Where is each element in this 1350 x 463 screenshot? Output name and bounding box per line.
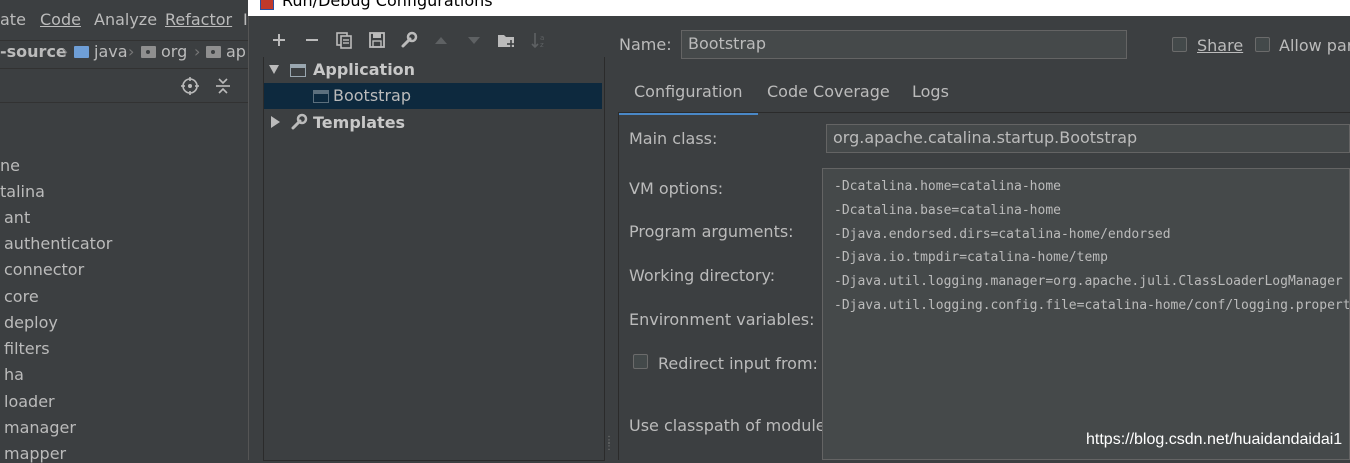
menu-refactor[interactable]: Refactor — [165, 10, 232, 29]
project-tree-item[interactable]: filters — [4, 339, 50, 358]
vm-options-textarea[interactable]: -Dcatalina.home=catalina-home -Dcatalina… — [822, 168, 1350, 460]
vm-option-line: -Dcatalina.base=catalina-home — [834, 203, 1061, 218]
splitter-handle[interactable]: ⋮ ⋮ — [604, 436, 614, 458]
environment-variables-label: Environment variables: — [629, 310, 815, 329]
share-label: Share — [1197, 36, 1244, 55]
dialog-titlebar[interactable]: Run/Debug Configurations — [248, 0, 1350, 16]
expand-arrow-icon[interactable] — [269, 57, 279, 83]
breadcrumb-source[interactable]: -source — [0, 42, 67, 61]
watermark-url: https://blog.csdn.net/huaidandaidai1 — [1086, 431, 1343, 448]
tree-node-bootstrap[interactable]: Bootstrap — [264, 83, 602, 109]
collapse-all-icon[interactable] — [214, 76, 232, 96]
vm-option-line: -Dcatalina.home=catalina-home — [834, 179, 1061, 194]
project-tree-item[interactable]: ne — [0, 156, 20, 175]
copy-icon[interactable] — [331, 24, 357, 56]
application-config-icon — [313, 83, 329, 109]
allow-parallel-checkbox[interactable] — [1255, 37, 1270, 52]
collapse-arrow-icon[interactable] — [271, 110, 280, 136]
project-tree-item[interactable]: deploy — [4, 313, 58, 332]
ide-menubar: ate Code Analyze Refactor I — [0, 0, 248, 41]
menu-analyze[interactable]: Analyze — [94, 10, 157, 29]
project-tree-item[interactable]: ha — [4, 365, 24, 384]
allow-parallel-label: Allow para — [1279, 36, 1350, 55]
move-down-icon[interactable] — [461, 24, 487, 56]
name-label: Name: — [619, 35, 672, 54]
remove-icon[interactable] — [299, 24, 325, 56]
breadcrumb-sep-icon: › — [62, 42, 69, 61]
project-tree-item[interactable]: core — [4, 287, 39, 306]
vm-option-line: -Djava.util.logging.config.file=catalina… — [834, 298, 1350, 313]
breadcrumb-sep-icon: › — [128, 42, 135, 61]
redirect-input-label: Redirect input from: — [658, 354, 818, 373]
share-checkbox[interactable] — [1172, 37, 1187, 52]
tab-logs[interactable]: Logs — [912, 78, 949, 112]
vm-option-line: -Djava.util.logging.manager=org.apache.j… — [834, 274, 1343, 289]
breadcrumb-java[interactable]: java — [74, 42, 128, 61]
save-icon[interactable] — [364, 24, 390, 56]
add-icon[interactable] — [266, 24, 292, 56]
new-folder-icon[interactable] — [494, 24, 520, 56]
project-tree-item[interactable]: talina — [0, 182, 45, 201]
breadcrumb-apache[interactable]: ap — [206, 42, 246, 61]
tree-label-bootstrap: Bootstrap — [333, 86, 411, 105]
project-toolbar — [0, 70, 248, 103]
menu-code[interactable]: Code — [40, 10, 81, 29]
redirect-input-checkbox[interactable] — [633, 354, 648, 369]
classpath-module-label: Use classpath of module: — [629, 416, 832, 435]
dialog-title: Run/Debug Configurations — [282, 0, 493, 10]
move-up-icon[interactable] — [428, 24, 454, 56]
tree-label-application: Application — [313, 60, 416, 79]
sort-icon[interactable]: az — [526, 24, 552, 56]
menu-navigate[interactable]: ate — [0, 10, 26, 29]
tree-node-templates[interactable]: Templates — [264, 110, 602, 136]
project-tree-item[interactable]: connector — [4, 260, 84, 279]
wrench-icon — [290, 110, 308, 136]
main-class-label: Main class: — [629, 129, 718, 148]
vm-options-label: VM options: — [629, 179, 724, 198]
application-icon — [290, 57, 306, 83]
package-icon — [206, 46, 221, 58]
folder-icon — [74, 46, 89, 58]
project-tree-item[interactable]: ant — [4, 208, 30, 227]
svg-text:z: z — [540, 41, 544, 49]
main-class-input[interactable]: org.apache.catalina.startup.Bootstrap — [826, 124, 1350, 153]
project-tree-item[interactable]: manager — [4, 418, 76, 437]
name-input[interactable]: Bootstrap — [681, 30, 1127, 59]
breadcrumb-sep-icon: › — [194, 42, 201, 61]
package-icon — [141, 46, 156, 58]
vm-option-line: -Djava.io.tmpdir=catalina-home/temp — [834, 250, 1108, 265]
project-tree-item[interactable]: mapper — [4, 444, 66, 463]
project-tree-item[interactable]: loader — [4, 392, 55, 411]
ide-project-pane — [0, 0, 248, 460]
tab-configuration[interactable]: Configuration — [619, 78, 758, 115]
tree-label-templates: Templates — [313, 113, 406, 132]
tree-node-application[interactable]: Application — [264, 57, 602, 83]
menu-more[interactable]: I — [243, 10, 248, 29]
config-toolbar: az — [263, 24, 603, 56]
locate-icon[interactable] — [180, 76, 200, 96]
wrench-icon[interactable] — [396, 24, 422, 56]
program-arguments-label: Program arguments: — [629, 222, 794, 241]
breadcrumb-org[interactable]: org — [141, 42, 187, 61]
vm-option-line: -Djava.endorsed.dirs=catalina-home/endor… — [834, 227, 1171, 242]
breadcrumb: -source › java › org › ap — [0, 40, 248, 69]
tab-code-coverage[interactable]: Code Coverage — [767, 78, 890, 112]
project-tree-item[interactable]: authenticator — [4, 234, 112, 253]
app-icon — [260, 0, 274, 10]
working-directory-label: Working directory: — [629, 266, 776, 285]
